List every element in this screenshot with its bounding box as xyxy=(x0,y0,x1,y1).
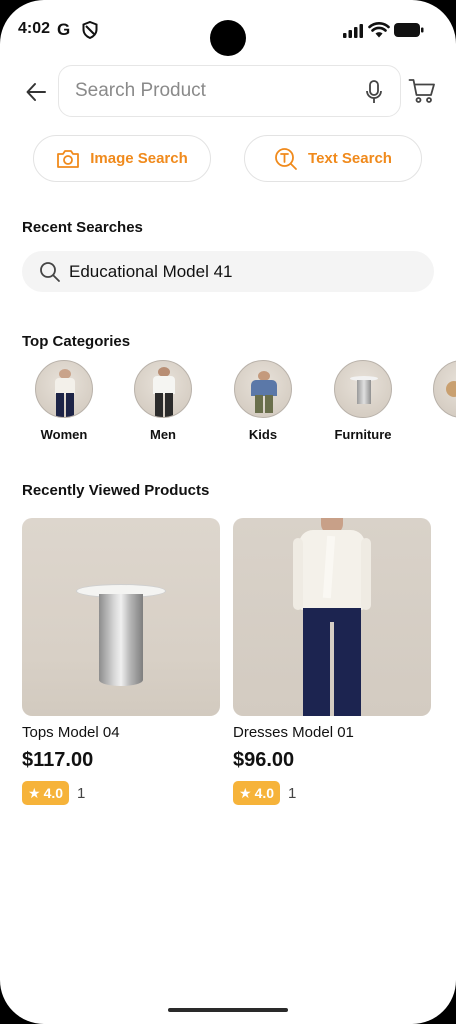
category-furniture[interactable]: Furniture xyxy=(323,360,403,442)
shield-icon xyxy=(82,21,98,39)
arrow-left-icon xyxy=(26,83,46,101)
category-women[interactable]: Women xyxy=(24,360,104,442)
category-toys[interactable]: T xyxy=(422,360,456,442)
microphone-button[interactable] xyxy=(362,79,386,105)
product-price: $117.00 xyxy=(22,749,94,771)
star-icon: ★ xyxy=(28,784,41,801)
category-kids[interactable]: Kids xyxy=(223,360,303,442)
cart-button[interactable] xyxy=(408,78,436,104)
category-label: Women xyxy=(40,427,88,442)
microphone-icon xyxy=(366,80,382,103)
text-search-label: Text Search xyxy=(308,150,392,167)
wifi-icon xyxy=(368,22,390,38)
search-icon xyxy=(40,261,60,282)
status-time: 4:02 xyxy=(18,20,51,37)
furniture-thumb xyxy=(334,360,392,418)
category-label: Furniture xyxy=(334,427,392,442)
men-clothing-thumb xyxy=(134,360,192,418)
product-card[interactable]: Tops Model 04 $117.00 ★ 4.0 1 xyxy=(22,518,220,805)
battery-icon xyxy=(394,23,424,37)
top-categories-title: Top Categories xyxy=(22,333,131,350)
recently-viewed-title: Recently Viewed Products xyxy=(22,482,210,499)
star-icon: ★ xyxy=(239,784,252,801)
google-icon: G xyxy=(57,20,71,39)
women-clothing-thumb xyxy=(35,360,93,418)
search-box[interactable] xyxy=(58,65,401,117)
product-price: $96.00 xyxy=(233,749,295,771)
rating-badge: ★ 4.0 xyxy=(233,781,281,805)
text-search-button[interactable]: Text Search xyxy=(244,135,422,182)
status-bar: 4:02 G xyxy=(0,0,456,60)
recent-search-label: Educational Model 41 xyxy=(69,261,233,281)
category-label: Kids xyxy=(248,427,278,442)
product-name: Dresses Model 01 xyxy=(233,724,354,741)
side-table-photo xyxy=(22,518,220,716)
review-count: 1 xyxy=(77,784,86,802)
rating-value: 4.0 xyxy=(43,785,64,801)
review-count: 1 xyxy=(288,784,297,802)
front-camera xyxy=(210,20,246,56)
text-search-icon xyxy=(275,147,297,170)
product-card[interactable]: Dresses Model 01 $96.00 ★ 4.0 1 xyxy=(233,518,431,805)
recent-search-item[interactable]: Educational Model 41 xyxy=(22,251,434,292)
rating-row: ★ 4.0 1 xyxy=(22,781,220,805)
woman-outfit-photo xyxy=(233,518,431,716)
shopping-cart-icon xyxy=(408,79,435,103)
camera-icon xyxy=(57,149,80,168)
image-search-button[interactable]: Image Search xyxy=(33,135,211,182)
back-button[interactable] xyxy=(22,78,50,106)
search-input[interactable] xyxy=(75,66,355,116)
recent-searches-title: Recent Searches xyxy=(22,219,143,236)
category-label: T xyxy=(422,427,456,442)
category-men[interactable]: Men xyxy=(123,360,203,442)
product-name: Tops Model 04 xyxy=(22,724,120,741)
rating-value: 4.0 xyxy=(254,785,275,801)
toys-thumb xyxy=(433,360,456,418)
home-indicator[interactable] xyxy=(168,1008,288,1012)
image-search-label: Image Search xyxy=(90,150,188,167)
kids-clothing-thumb xyxy=(234,360,292,418)
app-screen: 4:02 G Search Product Image Search Text … xyxy=(0,0,456,1024)
rating-badge: ★ 4.0 xyxy=(22,781,70,805)
signal-icon xyxy=(343,24,363,38)
category-label: Men xyxy=(150,427,176,442)
rating-row: ★ 4.0 1 xyxy=(233,781,431,805)
